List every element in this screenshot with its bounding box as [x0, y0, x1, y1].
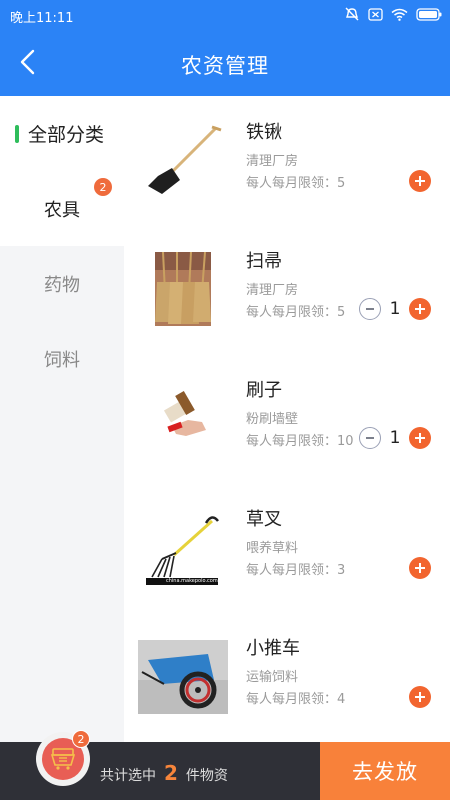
- product-desc: 清理厂房: [246, 154, 299, 169]
- status-time: 晚上11:11: [10, 11, 74, 26]
- list-item: china.makepolo.com 草叉 喂养草料 每人每月限领：3: [124, 483, 450, 612]
- sim-off-icon: [368, 7, 383, 21]
- product-limit: 每人每月限领：5: [246, 305, 346, 320]
- sidebar-item-medicine[interactable]: 药物: [0, 246, 124, 321]
- sidebar-item-label: 饲料: [44, 349, 80, 371]
- plus-icon: [415, 433, 425, 443]
- bottom-bar: 2 共计选中 2 件物资 去发放: [0, 730, 450, 800]
- quantity-value: 1: [389, 428, 401, 448]
- sidebar-item-all-categories[interactable]: 全部分类: [0, 96, 124, 171]
- product-limit: 每人每月限领：3: [246, 563, 346, 578]
- category-sidebar: 全部分类 农具 2 药物 饲料: [0, 96, 124, 742]
- minus-icon: [366, 437, 374, 439]
- cart-count-badge: 2: [72, 730, 90, 748]
- category-count-badge: 2: [94, 178, 112, 196]
- image-watermark: china.makepolo.com: [166, 578, 218, 584]
- status-bar: 晚上11:11: [0, 0, 450, 32]
- decrease-button[interactable]: [359, 427, 381, 449]
- pitchfork-image: china.makepolo.com: [136, 511, 230, 585]
- wifi-icon: [391, 8, 408, 21]
- dispatch-button[interactable]: 去发放: [320, 742, 450, 800]
- product-list: 铁锹 清理厂房 每人每月限领：5 扫帚 清理厂房 每人每月限领：5 1 刷子 粉…: [124, 96, 450, 742]
- add-button[interactable]: [409, 298, 431, 320]
- product-desc: 粉刷墙壁: [246, 412, 299, 427]
- list-item: 扫帚 清理厂房 每人每月限领：5 1: [124, 225, 450, 354]
- plus-icon: [415, 176, 425, 186]
- quantity-value: 1: [389, 299, 401, 319]
- shopping-cart-icon: [50, 748, 76, 770]
- product-name: 铁锹: [246, 122, 282, 143]
- sidebar-item-label: 全部分类: [28, 124, 105, 146]
- brush-image: [136, 382, 230, 456]
- header: 农资管理: [0, 32, 450, 96]
- product-name: 小推车: [246, 638, 300, 659]
- sidebar-item-label: 药物: [44, 274, 80, 296]
- list-item: 铁锹 清理厂房 每人每月限领：5: [124, 96, 450, 225]
- total-prefix: 共计选中: [100, 768, 156, 784]
- add-button[interactable]: [409, 170, 431, 192]
- list-item: 刷子 粉刷墙壁 每人每月限领：10 1: [124, 354, 450, 483]
- plus-icon: [415, 692, 425, 702]
- selection-summary: 共计选中 2 件物资: [100, 761, 228, 785]
- sidebar-item-feed[interactable]: 饲料: [0, 321, 124, 396]
- sidebar-item-label: 农具: [44, 199, 80, 221]
- total-count: 2: [164, 761, 178, 785]
- shovel-image: [136, 124, 230, 198]
- minus-icon: [366, 308, 374, 310]
- add-button[interactable]: [409, 557, 431, 579]
- product-name: 草叉: [246, 509, 282, 530]
- product-limit: 每人每月限领：4: [246, 692, 346, 707]
- decrease-button[interactable]: [359, 298, 381, 320]
- product-limit: 每人每月限领：5: [246, 176, 346, 191]
- product-limit: 每人每月限领：10: [246, 434, 354, 449]
- plus-icon: [415, 563, 425, 573]
- active-indicator: [15, 125, 19, 143]
- product-desc: 喂养草料: [246, 541, 299, 556]
- product-name: 扫帚: [246, 251, 282, 272]
- list-item: 小推车 运输饲料 每人每月限领：4: [124, 612, 450, 741]
- product-name: 刷子: [246, 380, 282, 401]
- page-title: 农资管理: [181, 54, 269, 78]
- battery-icon: [416, 7, 442, 21]
- plus-icon: [415, 304, 425, 314]
- total-suffix: 件物资: [185, 768, 228, 784]
- product-desc: 清理厂房: [246, 283, 299, 298]
- wheelbarrow-image: [138, 640, 228, 714]
- add-button[interactable]: [409, 427, 431, 449]
- add-button[interactable]: [409, 686, 431, 708]
- mute-icon: [344, 7, 360, 21]
- broom-image: [155, 251, 211, 326]
- status-icons: [344, 7, 442, 21]
- product-desc: 运输饲料: [246, 670, 299, 685]
